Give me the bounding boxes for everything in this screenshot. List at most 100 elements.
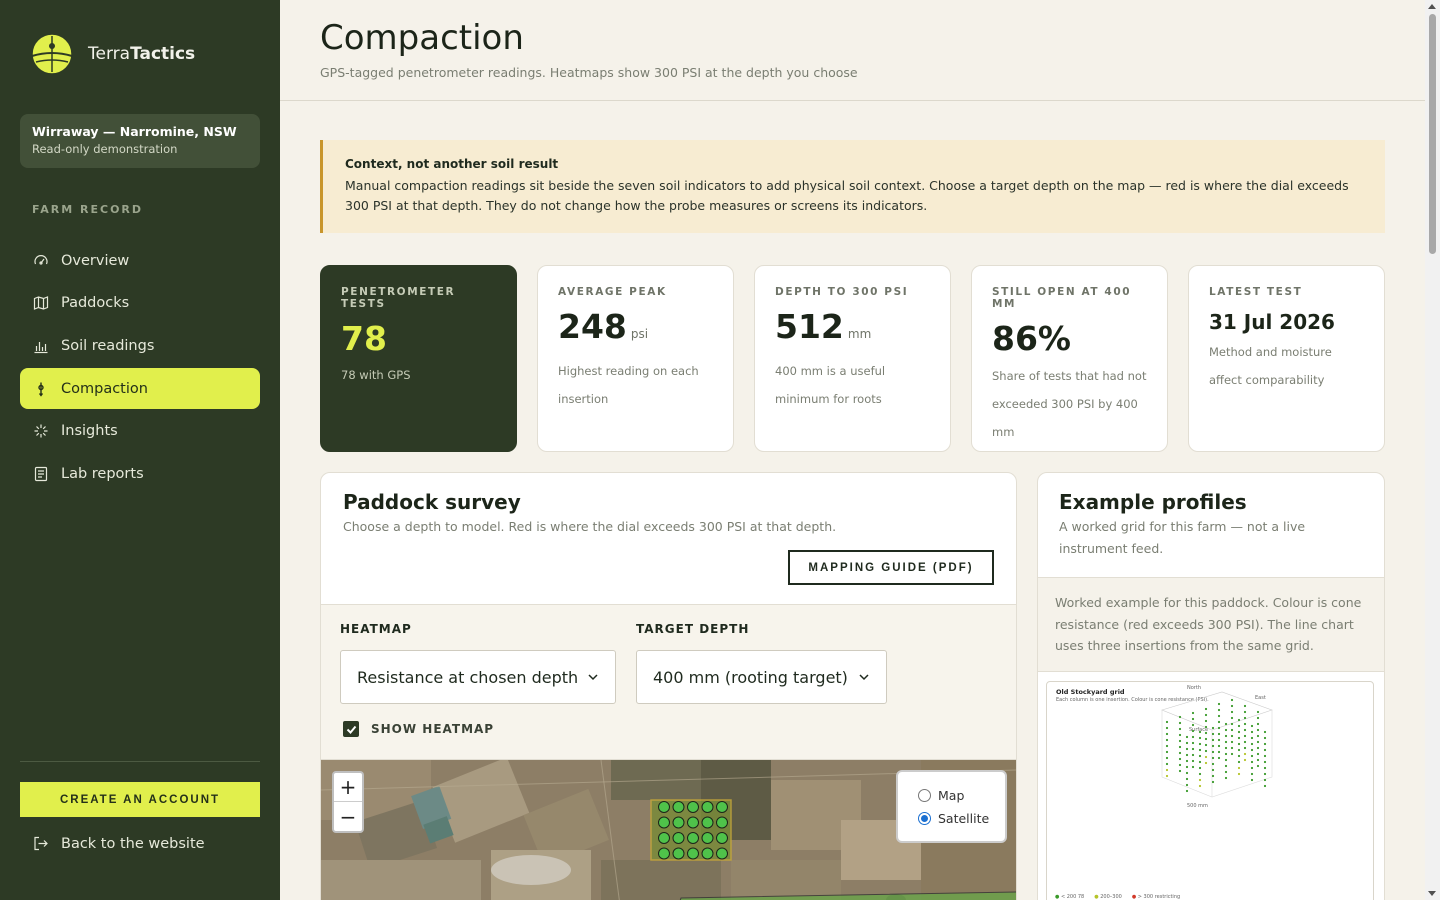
- profile-reading-dot: [1204, 761, 1208, 765]
- test-point-marker[interactable]: [687, 816, 699, 829]
- profile-reading-dot: [1237, 766, 1241, 770]
- chevron-down-icon: [588, 674, 598, 681]
- survey-controls: HEATMAP Resistance at chosen depth TARGE…: [321, 604, 1016, 760]
- profile-reading-dot: [1250, 766, 1254, 770]
- stat-note: Method and moisture affect comparability: [1209, 345, 1332, 387]
- satellite-map[interactable]: + − Map Satellite: [321, 760, 1016, 900]
- profile-reading-dot: [1198, 742, 1202, 746]
- target-depth-label: TARGET DEPTH: [636, 622, 750, 636]
- stat-note: Share of tests that had not exceeded 300…: [992, 369, 1147, 439]
- test-point-marker[interactable]: [658, 816, 670, 829]
- test-point-marker[interactable]: [687, 847, 699, 860]
- radio-checked-icon[interactable]: [918, 812, 931, 825]
- sidebar-item-label: Insights: [61, 423, 118, 440]
- legend-item: ● 200–300: [1094, 894, 1122, 900]
- sidebar-item-lab-reports[interactable]: Lab reports: [20, 453, 260, 494]
- terratactics-logo-icon: [31, 33, 73, 75]
- profile-reading-dot: [1230, 722, 1234, 726]
- heatmap-select-value: Resistance at chosen depth: [357, 667, 579, 687]
- test-point-marker[interactable]: [672, 816, 685, 829]
- page-scrollbar[interactable]: [1425, 0, 1440, 900]
- profile-reading-dot: [1230, 740, 1234, 744]
- profile-reading-dot: [1237, 754, 1241, 758]
- profile-reading-dot: [1198, 766, 1202, 770]
- test-point-marker[interactable]: [672, 832, 685, 844]
- profile-reading-dot: [1191, 747, 1195, 751]
- test-point-marker[interactable]: [716, 847, 728, 860]
- target-depth-select[interactable]: 400 mm (rooting target): [636, 650, 887, 704]
- zoom-in-button[interactable]: +: [334, 773, 362, 802]
- checkbox-checked-icon[interactable]: [343, 721, 359, 737]
- heatmap-select[interactable]: Resistance at chosen depth: [340, 650, 616, 704]
- profile-reading-dot: [1243, 752, 1247, 756]
- test-point-marker[interactable]: [672, 801, 685, 813]
- scrollbar-thumb[interactable]: [1429, 14, 1436, 254]
- profile-reading-dot: [1204, 731, 1208, 735]
- sidebar-item-paddocks[interactable]: Paddocks: [20, 283, 260, 324]
- profile-reading-dot: [1198, 730, 1202, 734]
- profile-reading-dot: [1191, 765, 1195, 769]
- profile-reading-dot: [1263, 748, 1267, 752]
- zoom-out-button[interactable]: −: [334, 802, 362, 831]
- profile-reading-dot: [1185, 777, 1189, 781]
- page-title: Compaction: [320, 18, 524, 58]
- stat-note: Highest reading on each insertion: [558, 364, 699, 406]
- radio-unchecked-icon[interactable]: [918, 789, 931, 802]
- profile-reading-dot: [1198, 748, 1202, 752]
- layer-option-satellite[interactable]: Satellite: [918, 807, 1005, 830]
- profile-reading-dot: [1224, 752, 1228, 756]
- scroll-down-arrow-icon[interactable]: [1428, 891, 1436, 896]
- profile-reading-dot: [1256, 722, 1260, 726]
- back-to-website-link[interactable]: Back to the website: [32, 835, 205, 852]
- test-point-marker[interactable]: [687, 832, 699, 844]
- test-point-marker[interactable]: [716, 801, 728, 813]
- test-point-marker[interactable]: [701, 832, 714, 844]
- brand[interactable]: TerraTactics: [30, 32, 195, 76]
- mapping-guide-button[interactable]: MAPPING GUIDE (PDF): [788, 550, 994, 585]
- sidebar-item-label: Overview: [61, 252, 130, 269]
- profile-reading-dot: [1217, 726, 1221, 730]
- test-point-marker[interactable]: [701, 816, 714, 829]
- sidebar-item-overview[interactable]: Overview: [20, 240, 260, 281]
- profile-reading-dot: [1185, 741, 1189, 745]
- create-account-button[interactable]: CREATE AN ACCOUNT: [20, 782, 260, 817]
- profile-reading-dot: [1224, 770, 1228, 774]
- test-point-marker[interactable]: [716, 816, 728, 829]
- sidebar-item-label: Compaction: [61, 380, 148, 397]
- test-point-marker[interactable]: [716, 832, 728, 844]
- test-point-marker[interactable]: [658, 801, 670, 813]
- test-point-marker[interactable]: [658, 847, 670, 860]
- sidebar-item-insights[interactable]: Insights: [20, 411, 260, 452]
- paddock-survey-panel: Paddock survey Choose a depth to model. …: [320, 472, 1017, 900]
- profile-reading-dot: [1165, 756, 1169, 760]
- profile-reading-dot: [1178, 739, 1182, 743]
- profile-reading-dot: [1198, 760, 1202, 764]
- layer-option-map[interactable]: Map: [918, 784, 1005, 807]
- profile-reading-dot: [1217, 756, 1221, 760]
- stat-unit: mm: [847, 327, 872, 341]
- profile-reading-dot: [1211, 774, 1215, 778]
- profiles-title: Example profiles: [1059, 490, 1247, 514]
- profile-reading-dot: [1230, 710, 1234, 714]
- profile-reading-dot: [1185, 765, 1189, 769]
- profile-reading-dot: [1191, 717, 1195, 721]
- test-point-marker[interactable]: [701, 847, 714, 860]
- profile-reading-dot: [1185, 753, 1189, 757]
- profile-reading-dot: [1250, 748, 1254, 752]
- context-notice: Context, not another soil result Manual …: [320, 140, 1385, 233]
- profile-reading-dot: [1256, 740, 1260, 744]
- scroll-up-arrow-icon[interactable]: [1428, 4, 1436, 9]
- bar-chart-icon: [34, 341, 48, 353]
- test-point-marker[interactable]: [687, 801, 699, 813]
- sidebar-item-compaction[interactable]: Compaction: [20, 368, 260, 410]
- profile-reading-dot: [1256, 734, 1260, 738]
- farm-selector[interactable]: Wirraway — Narromine, NSW Read-only demo…: [20, 114, 260, 168]
- stats-row: PENETROMETER TESTS 78 78 with GPS AVERAG…: [320, 265, 1385, 452]
- test-point-marker[interactable]: [701, 801, 714, 813]
- profile-reading-dot: [1250, 730, 1254, 734]
- test-point-marker[interactable]: [672, 847, 685, 860]
- sidebar-item-soil-readings[interactable]: Soil readings: [20, 325, 260, 366]
- profile-reading-dot: [1211, 768, 1215, 772]
- show-heatmap-toggle[interactable]: SHOW HEATMAP: [343, 721, 494, 737]
- test-point-marker[interactable]: [658, 832, 670, 844]
